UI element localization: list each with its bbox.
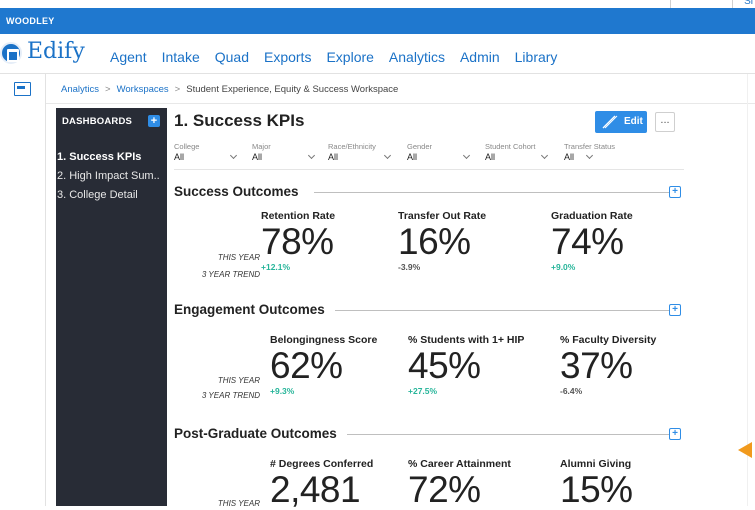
- row-label-this-year: THIS YEAR: [217, 376, 260, 385]
- metric-value: 72%: [408, 469, 481, 510]
- section-title: Engagement Outcomes: [174, 302, 335, 317]
- breadcrumb-separator: >: [174, 84, 181, 95]
- filter-label: College: [174, 142, 200, 151]
- nav-item-admin[interactable]: Admin: [460, 49, 500, 65]
- dashboards-sidebar: DASHBOARDS + 1. Success KPIs 2. High Imp…: [56, 108, 167, 506]
- metric-graduation-rate: Graduation Rate 74% +9.0%: [551, 210, 633, 272]
- collapse-flag-icon[interactable]: [738, 442, 752, 458]
- filter-label: Student Cohort: [485, 142, 536, 151]
- corner-text: Sl: [744, 0, 753, 7]
- row-label-this-year: THIS YEAR: [217, 253, 260, 262]
- sidebar-item-college-detail[interactable]: 3. College Detail: [56, 186, 167, 205]
- metric-trend: +27.5%: [408, 386, 438, 396]
- edit-label: Edit: [624, 116, 643, 127]
- breadcrumb: Analytics > Workspaces > Student Experience,…: [61, 84, 398, 95]
- metric-belongingness-score: Belongingness Score 62% +9.3%: [270, 334, 377, 396]
- top-strip: Sl: [0, 0, 755, 8]
- metric-students-hip: % Students with 1+ HIP 45% +27.5%: [408, 334, 524, 396]
- metric-trend: +9.0%: [551, 262, 576, 272]
- metric-alumni-giving: Alumni Giving 15%: [560, 458, 633, 510]
- section-title: Post-Graduate Outcomes: [174, 426, 347, 441]
- metric-degrees-conferred: # Degrees Conferred 2,481: [270, 458, 373, 510]
- metric-trend: +12.1%: [261, 262, 291, 272]
- dashboard-rail-icon[interactable]: [14, 82, 31, 96]
- add-dashboard-icon[interactable]: +: [148, 115, 160, 127]
- main-nav: Edify Agent Intake Quad Exports Explore …: [0, 34, 755, 74]
- filter-label: Transfer Status: [564, 142, 615, 151]
- nav-item-explore[interactable]: Explore: [326, 49, 373, 65]
- metric-value: 62%: [270, 345, 343, 386]
- expand-section-icon[interactable]: +: [669, 304, 681, 316]
- pencil-icon: [602, 115, 618, 129]
- metric-faculty-diversity: % Faculty Diversity 37% -6.4%: [560, 334, 656, 396]
- nav-item-library[interactable]: Library: [515, 49, 558, 65]
- section-success-outcomes: Success Outcomes + Retention Rate 78% +1…: [174, 184, 684, 294]
- breadcrumb-bar: Analytics > Workspaces > Student Experience,…: [46, 74, 755, 104]
- logo-icon[interactable]: [0, 42, 22, 64]
- filter-label: Gender: [407, 142, 433, 151]
- nav-items: Agent Intake Quad Exports Explore Analyt…: [110, 49, 572, 65]
- metric-value: 78%: [261, 221, 334, 262]
- filter-label: Major: [252, 142, 271, 151]
- metric-career-attainment: % Career Attainment 72%: [408, 458, 511, 510]
- metric-trend: -3.9%: [398, 262, 421, 272]
- edit-button[interactable]: Edit: [595, 111, 647, 133]
- filter-race-ethnicity[interactable]: Race/Ethnicity All: [328, 142, 394, 166]
- metric-trend: +9.3%: [270, 386, 295, 396]
- breadcrumb-analytics[interactable]: Analytics: [61, 84, 99, 95]
- metric-retention-rate: Retention Rate 78% +12.1%: [261, 210, 335, 272]
- sidebar-items: 1. Success KPIs 2. High Impact Sum.. 3. …: [56, 148, 167, 205]
- metric-value: 37%: [560, 345, 633, 386]
- brand-name[interactable]: Edify: [27, 39, 85, 64]
- section-post-graduate-outcomes: Post-Graduate Outcomes + # Degrees Confe…: [174, 426, 684, 510]
- more-options-button[interactable]: ...: [655, 112, 675, 132]
- filter-label: Race/Ethnicity: [328, 142, 376, 151]
- sidebar-item-high-impact[interactable]: 2. High Impact Sum..: [56, 167, 167, 186]
- filter-gender[interactable]: Gender All: [407, 142, 473, 166]
- metric-value: 45%: [408, 345, 481, 386]
- filter-college[interactable]: College All: [174, 142, 240, 166]
- dashboard-main: 1. Success KPIs Edit ... College All Maj…: [174, 108, 684, 510]
- filter-transfer-status[interactable]: Transfer Status All: [564, 142, 630, 166]
- sidebar-title: DASHBOARDS: [62, 116, 133, 127]
- tenant-name: WOODLEY: [6, 16, 55, 26]
- metric-value: 16%: [398, 221, 471, 262]
- breadcrumb-workspaces[interactable]: Workspaces: [117, 84, 169, 95]
- nav-item-agent[interactable]: Agent: [110, 49, 147, 65]
- tenant-bar: WOODLEY: [0, 8, 755, 34]
- nav-item-quad[interactable]: Quad: [215, 49, 249, 65]
- section-engagement-outcomes: Engagement Outcomes + Belongingness Scor…: [174, 302, 684, 412]
- expand-section-icon[interactable]: +: [669, 186, 681, 198]
- breadcrumb-separator: >: [105, 84, 111, 95]
- row-label-trend: 3 YEAR TREND: [201, 391, 260, 400]
- row-label-trend: 3 YEAR TREND: [201, 270, 260, 279]
- nav-item-exports[interactable]: Exports: [264, 49, 311, 65]
- nav-item-intake[interactable]: Intake: [162, 49, 200, 65]
- section-title: Success Outcomes: [174, 184, 309, 199]
- expand-section-icon[interactable]: +: [669, 428, 681, 440]
- metric-transfer-out-rate: Transfer Out Rate 16% -3.9%: [398, 210, 486, 272]
- breadcrumb-current: Student Experience, Equity & Success Wor…: [186, 84, 399, 95]
- filter-bar: College All Major All Race/Ethnicity All…: [174, 142, 684, 170]
- row-label-this-year: THIS YEAR: [217, 499, 260, 508]
- metric-value: 15%: [560, 469, 633, 510]
- page-title: 1. Success KPIs: [174, 111, 305, 130]
- metric-value: 2,481: [270, 469, 361, 510]
- nav-item-analytics[interactable]: Analytics: [389, 49, 445, 65]
- filter-major[interactable]: Major All: [252, 142, 318, 166]
- left-rail: [0, 74, 46, 506]
- filter-student-cohort[interactable]: Student Cohort All: [485, 142, 551, 166]
- metric-value: 74%: [551, 221, 624, 262]
- metric-trend: -6.4%: [560, 386, 583, 396]
- filter-value: All: [564, 152, 575, 162]
- sidebar-item-success-kpis[interactable]: 1. Success KPIs: [56, 148, 167, 167]
